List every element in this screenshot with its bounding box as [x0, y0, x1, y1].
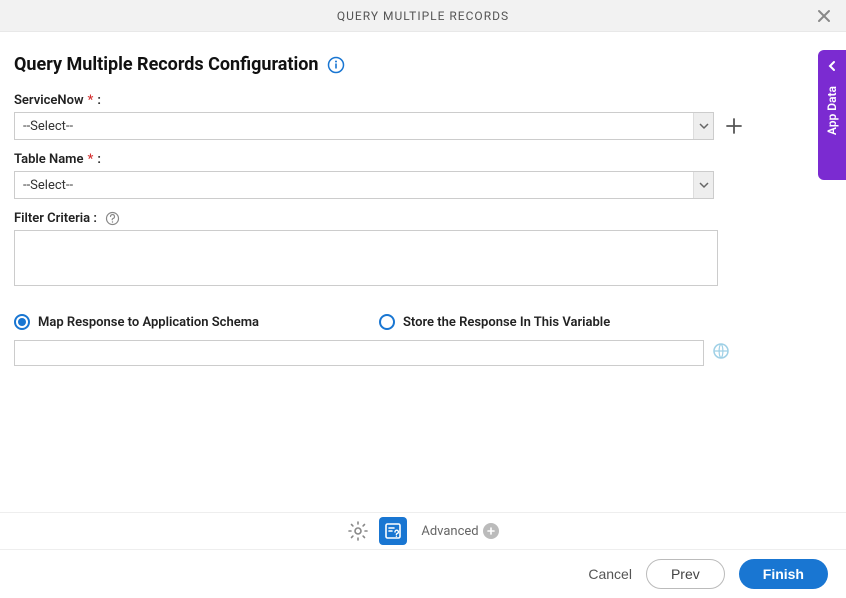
label-table-name: Table Name *:	[14, 152, 832, 167]
select-row-servicenow: --Select--	[14, 112, 832, 140]
prev-button[interactable]: Prev	[646, 559, 725, 589]
radio-label: Map Response to Application Schema	[38, 315, 259, 330]
gear-icon	[347, 520, 369, 542]
label-servicenow: ServiceNow *:	[14, 93, 832, 108]
form-content: Query Multiple Records Configuration Ser…	[0, 32, 846, 366]
form-help-icon	[383, 521, 403, 541]
radio-store-variable[interactable]: Store the Response In This Variable	[379, 314, 610, 330]
close-button[interactable]	[814, 6, 834, 26]
radio-icon-unselected	[379, 314, 395, 330]
globe-icon[interactable]	[712, 342, 730, 364]
select-table-name[interactable]: --Select--	[14, 171, 714, 199]
info-icon[interactable]	[327, 56, 345, 74]
label-filter-criteria: Filter Criteria :	[14, 211, 832, 226]
field-table-name: Table Name *: --Select--	[14, 152, 832, 199]
response-input-row	[14, 340, 832, 366]
cancel-button[interactable]: Cancel	[588, 566, 632, 582]
settings-button[interactable]	[347, 520, 369, 542]
select-row-table-name: --Select--	[14, 171, 832, 199]
page-title: Query Multiple Records Configuration	[14, 54, 319, 75]
side-tab-app-data[interactable]: App Data	[818, 50, 846, 180]
page-title-row: Query Multiple Records Configuration	[14, 54, 832, 75]
colon: :	[97, 93, 101, 108]
advanced-toggle[interactable]: Advanced	[421, 523, 498, 539]
field-servicenow: ServiceNow *: --Select--	[14, 93, 832, 140]
plus-icon	[725, 117, 743, 135]
chevron-down-icon	[693, 113, 713, 139]
radio-label: Store the Response In This Variable	[403, 315, 610, 330]
label-text: Table Name	[14, 152, 83, 167]
plus-circle-icon	[483, 523, 499, 539]
help-icon[interactable]	[105, 211, 120, 226]
required-marker: *	[88, 93, 94, 108]
required-marker: *	[87, 152, 93, 167]
side-tab-label: App Data	[825, 86, 839, 135]
footer-actions: Cancel Prev Finish	[0, 550, 846, 598]
select-value: --Select--	[15, 119, 693, 134]
advanced-text: Advanced	[421, 524, 478, 539]
bottom-toolbar: Advanced	[0, 512, 846, 550]
colon: :	[97, 152, 101, 167]
field-filter-criteria: Filter Criteria :	[14, 211, 832, 290]
dialog-header: QUERY MULTIPLE RECORDS	[0, 0, 846, 32]
filter-criteria-input[interactable]	[14, 230, 718, 286]
close-icon	[816, 8, 832, 24]
add-servicenow-button[interactable]	[722, 114, 746, 138]
response-options-row: Map Response to Application Schema Store…	[14, 314, 832, 330]
label-text: Filter Criteria :	[14, 211, 97, 226]
chevron-down-icon	[693, 172, 713, 198]
label-text: ServiceNow	[14, 93, 84, 108]
finish-button[interactable]: Finish	[739, 559, 828, 589]
select-value: --Select--	[15, 178, 693, 193]
form-help-button[interactable]	[379, 517, 407, 545]
response-map-input[interactable]	[14, 340, 704, 366]
select-servicenow[interactable]: --Select--	[14, 112, 714, 140]
dialog-title: QUERY MULTIPLE RECORDS	[337, 9, 509, 23]
radio-map-schema[interactable]: Map Response to Application Schema	[14, 314, 259, 330]
chevron-left-icon	[826, 60, 838, 72]
radio-icon-selected	[14, 314, 30, 330]
